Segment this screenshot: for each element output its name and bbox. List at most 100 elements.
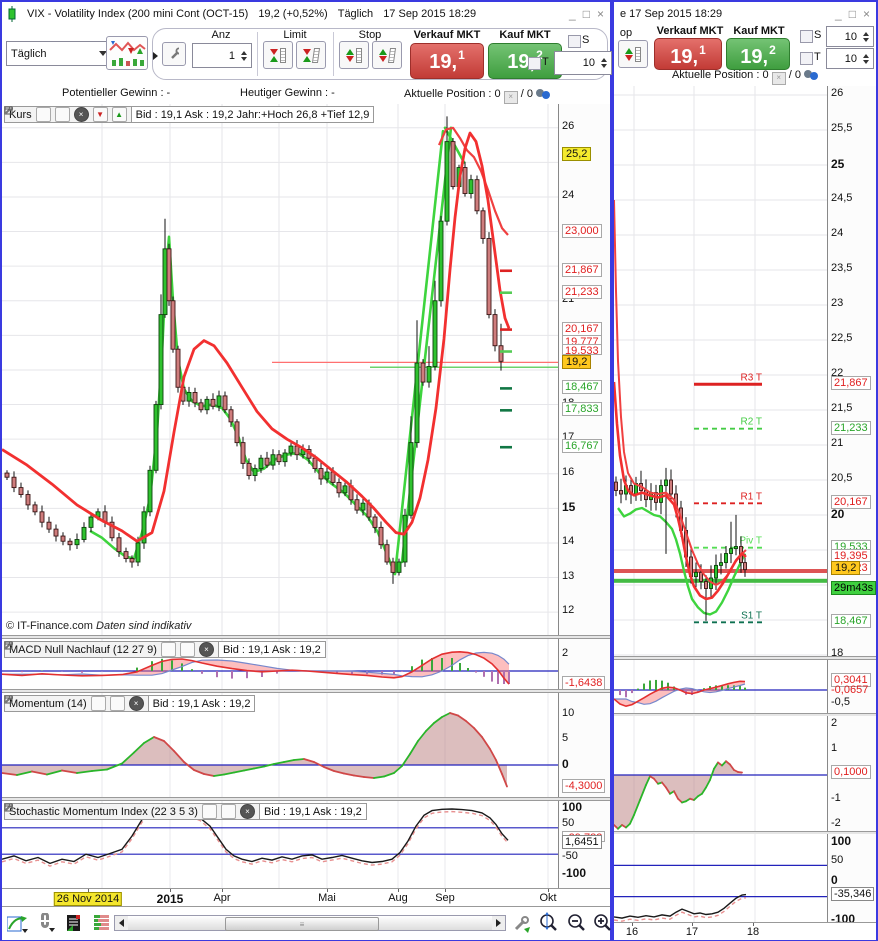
axis-label: 23,5 xyxy=(831,262,852,274)
sell-market-button[interactable]: 19,1 xyxy=(654,38,722,70)
chart-settings-button[interactable] xyxy=(510,912,534,934)
chart-type-button[interactable] xyxy=(106,36,148,70)
right-time-axis[interactable]: 161718 xyxy=(614,922,876,940)
price-axis[interactable]: 2624211817161514131225,223,00021,86721,2… xyxy=(558,104,610,635)
magnet-tool-button[interactable] xyxy=(34,912,58,934)
copyright-note: © IT-Finance.com Daten sind indikativ xyxy=(6,620,191,632)
settings-wrench-button[interactable] xyxy=(162,42,186,66)
wrench-icon xyxy=(169,47,179,61)
s-checkbox[interactable] xyxy=(568,35,581,48)
stop-label: Stop xyxy=(340,29,400,41)
momentum-axis[interactable]: 1050-4,3000 xyxy=(558,693,610,797)
stoch-panel[interactable]: Stochastic Momentum Index (22 3 5 3) × B… xyxy=(2,801,610,888)
quantity-stepper[interactable]: 1 xyxy=(192,43,252,68)
minimize-button[interactable]: _ xyxy=(569,9,576,19)
buy-market-button[interactable]: 19,2 xyxy=(488,43,562,79)
axis-label: 2 xyxy=(562,647,568,659)
scroll-right-button[interactable] xyxy=(492,916,505,930)
right-stoch-panel[interactable]: 100500-35,346-100 xyxy=(614,834,876,922)
close-button[interactable]: × xyxy=(863,9,870,19)
axis-label: 21,233 xyxy=(831,421,871,435)
close-icon[interactable]: × xyxy=(240,804,255,819)
wrench-icon[interactable] xyxy=(161,642,176,657)
wrench-icon[interactable] xyxy=(36,107,51,122)
right-macd-panel[interactable]: 0,3041-0,0657-0,5 xyxy=(614,660,876,713)
gears-icon[interactable] xyxy=(536,87,550,99)
sell-market-button[interactable]: 19,1 xyxy=(410,43,484,79)
time-label: 17 xyxy=(686,926,698,938)
right-stoch-axis[interactable]: 100500-35,346-100 xyxy=(827,834,876,922)
t-quantity-stepper[interactable]: 10 xyxy=(826,48,874,69)
axis-label: -0,5 xyxy=(831,696,850,708)
macd-axis[interactable]: 2-1,6438 xyxy=(558,639,610,689)
limit-buy-button[interactable] xyxy=(263,41,293,69)
macd-panel[interactable]: MACD Null Nachlauf (12 27 9) × Bid : 19,… xyxy=(2,639,610,689)
axis-label: 23,000 xyxy=(562,224,602,238)
current-position: Aktuelle Position : 0 × / 0 xyxy=(404,87,550,104)
wrench-icon[interactable] xyxy=(202,804,217,819)
gears-icon[interactable] xyxy=(804,68,818,80)
buy-market-button[interactable]: 19,2 xyxy=(726,38,790,70)
close-icon[interactable]: × xyxy=(129,696,144,711)
expand-arrow-icon[interactable] xyxy=(153,52,158,60)
s-checkbox[interactable] xyxy=(800,30,813,43)
minimize-button[interactable]: _ xyxy=(835,9,842,19)
right-price-axis[interactable]: 2625,52524,52423,52322,52221,52120,52018… xyxy=(827,86,876,656)
wrench-icon[interactable] xyxy=(91,696,106,711)
s-quantity-stepper[interactable]: 10 xyxy=(826,26,874,47)
close-button[interactable]: × xyxy=(597,9,604,19)
momentum-panel[interactable]: Momentum (14) × Bid : 19,1 Ask : 19,2 10… xyxy=(2,693,610,797)
up-arrow-icon xyxy=(625,48,633,54)
zoom-range-button[interactable] xyxy=(536,912,560,934)
right-macd-axis[interactable]: 0,3041-0,0657-0,5 xyxy=(827,660,876,713)
axis-label: 20,5 xyxy=(831,472,852,484)
horizontal-scrollbar[interactable]: ≡ xyxy=(114,915,506,931)
sell-label: Verkauf MKT xyxy=(410,29,484,41)
maximize-button[interactable]: □ xyxy=(849,9,856,19)
title-datetime: 17 Sep 2015 18:29 xyxy=(383,8,476,20)
axis-label: 0 xyxy=(562,757,569,771)
axis-label: -2 xyxy=(831,817,841,829)
timeframe-select[interactable]: Täglich xyxy=(6,41,112,66)
close-icon[interactable]: × xyxy=(199,642,214,657)
t-checkbox[interactable] xyxy=(800,52,813,65)
potential-gain: Potentieller Gewinn : - xyxy=(62,87,170,99)
s-quantity-stepper[interactable]: 10 xyxy=(554,51,612,75)
right-momentum-panel[interactable]: 210,1000-1-2 xyxy=(614,716,876,831)
detach-window-icon[interactable] xyxy=(221,804,236,819)
scroll-left-button[interactable] xyxy=(115,916,128,930)
axis-label: 50 xyxy=(562,817,574,829)
close-position-icon[interactable]: × xyxy=(504,91,518,104)
stoch-axis[interactable]: 10050-29,7831,6451-50-100 xyxy=(558,801,610,888)
axis-label: 20,167 xyxy=(831,495,871,509)
right-momentum-axis[interactable]: 210,1000-1-2 xyxy=(827,716,876,831)
market-depth-button[interactable] xyxy=(90,912,114,934)
limit-sell-button[interactable] xyxy=(296,41,326,69)
stop-sell-button[interactable] xyxy=(372,41,402,69)
detach-window-icon[interactable] xyxy=(55,107,70,122)
draw-tool-button[interactable] xyxy=(6,912,30,934)
stop-buy-button[interactable] xyxy=(339,41,369,69)
axis-label: 16 xyxy=(562,466,574,478)
price-panel[interactable]: Kurs × ▼ ▲ Bid : 19,1 Ask : 19,2 Jahr:+H… xyxy=(2,104,610,635)
stop-order-button[interactable] xyxy=(618,40,648,68)
axis-label: 15 xyxy=(562,500,575,514)
close-icon[interactable]: × xyxy=(74,107,89,122)
buy-label: Kauf MKT xyxy=(726,25,792,37)
draw-arrow-icon xyxy=(7,913,29,933)
right-price-panel[interactable]: R3 TR2 TR1 TPiv TS1 T 2625,52524,52423,5… xyxy=(614,86,876,656)
close-position-icon[interactable]: × xyxy=(772,72,786,85)
arrow-up-icon[interactable]: ▲ xyxy=(112,107,127,122)
arrow-down-icon[interactable]: ▼ xyxy=(93,107,108,122)
t-checkbox[interactable] xyxy=(528,57,541,70)
detach-window-icon[interactable] xyxy=(110,696,125,711)
time-axis[interactable]: 26 Nov 20142015AprMaiAugSepOkt xyxy=(2,888,610,907)
axis-label: 1,6451 xyxy=(562,835,602,849)
zoom-in-button[interactable] xyxy=(590,912,614,934)
scrollbar-thumb[interactable]: ≡ xyxy=(225,917,379,931)
zoom-out-button[interactable] xyxy=(564,912,588,934)
maximize-button[interactable]: □ xyxy=(583,9,590,19)
detach-window-icon[interactable] xyxy=(180,642,195,657)
report-button[interactable] xyxy=(62,912,86,934)
axis-label: 5 xyxy=(562,732,568,744)
